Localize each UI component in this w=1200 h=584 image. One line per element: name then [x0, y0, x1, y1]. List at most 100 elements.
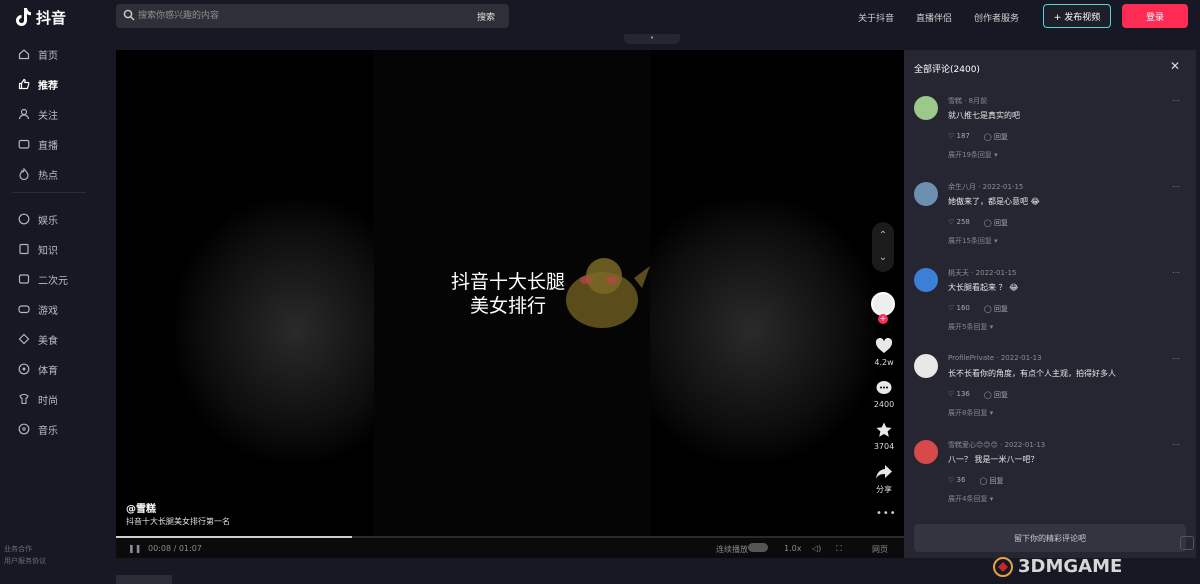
- comment-reply-button[interactable]: ◯ 回复: [984, 218, 1008, 228]
- comment-author[interactable]: 余生八月 · 2022-01-15: [948, 182, 1023, 192]
- comment-more-icon[interactable]: ⋯: [1172, 268, 1180, 277]
- upload-video-button[interactable]: + 发布视频: [1043, 4, 1111, 28]
- feedback-icon[interactable]: [1180, 536, 1194, 550]
- comment-input[interactable]: 留下你的精彩评论吧: [914, 524, 1186, 552]
- comment-like-button[interactable]: ♡ 187: [948, 132, 970, 142]
- sidebar-item-music[interactable]: 音乐: [18, 421, 58, 437]
- avatar[interactable]: [914, 182, 938, 206]
- comment-reply-button[interactable]: ◯ 回复: [979, 476, 1003, 486]
- comment-like-button[interactable]: ♡ 136: [948, 390, 970, 400]
- avatar[interactable]: [914, 440, 938, 464]
- comment-more-icon[interactable]: ⋯: [1172, 182, 1180, 191]
- expand-replies[interactable]: 展开19条回复 ▾: [948, 150, 998, 160]
- collapse-handle[interactable]: •: [624, 34, 680, 44]
- speed-button[interactable]: 1.0x: [784, 544, 801, 553]
- comment-reply-label: 回复: [994, 219, 1008, 227]
- avatar[interactable]: [914, 354, 938, 378]
- player-controls: ❚❚ 00:08 / 01:07 连续播放 1.0x ◁) ⛶ 网页: [116, 538, 904, 558]
- expand-replies[interactable]: 展开15条回复 ▾: [948, 236, 998, 246]
- sidebar-footer-business[interactable]: 业务合作: [4, 544, 32, 554]
- live-companion-link[interactable]: 直播伴侣: [916, 11, 952, 24]
- pause-icon[interactable]: ❚❚: [128, 544, 141, 553]
- next-video-thumb[interactable]: [116, 575, 172, 584]
- comment-more-icon[interactable]: ⋯: [1172, 96, 1180, 105]
- sidebar-item-live[interactable]: 直播: [18, 136, 58, 152]
- author-avatar[interactable]: [871, 292, 895, 316]
- more-dots-icon[interactable]: •••: [876, 508, 897, 519]
- sidebar-item-label: 二次元: [38, 272, 68, 287]
- share-action[interactable]: 分享: [864, 464, 904, 495]
- comment-like-button[interactable]: ♡ 36: [948, 476, 965, 486]
- comment-like-button[interactable]: ♡ 160: [948, 304, 970, 314]
- sidebar-item-knowledge[interactable]: 知识: [18, 241, 58, 257]
- follow-plus-icon[interactable]: +: [878, 314, 888, 324]
- douyin-logo[interactable]: 抖音: [14, 6, 66, 28]
- bottom-strip: [116, 572, 1116, 584]
- share-icon: [875, 464, 893, 480]
- comment-reply-button[interactable]: ◯ 回复: [984, 390, 1008, 400]
- sidebar-item-game[interactable]: 游戏: [18, 301, 58, 317]
- expand-replies-label: 展开15条回复: [948, 237, 992, 245]
- sidebar-item-follow[interactable]: 关注: [18, 106, 58, 122]
- expand-replies[interactable]: 展开4条回复 ▾: [948, 494, 993, 504]
- sidebar-item-fashion[interactable]: 时尚: [18, 391, 58, 407]
- comment-reply-button[interactable]: ◯ 回复: [984, 132, 1008, 142]
- comment-actions: ♡ 187 ◯ 回复: [948, 132, 1008, 142]
- search-input[interactable]: [138, 7, 468, 25]
- video-title-overlay: 抖音十大长腿 美女排行: [428, 270, 588, 318]
- search-button[interactable]: 搜索: [467, 7, 505, 25]
- comment-item: ProfilePrivate · 2022-01-13 长不长看你的角度，有点个…: [914, 354, 1184, 434]
- comment-author[interactable]: 雪糕 · 8月前: [948, 96, 987, 106]
- sidebar-item-anime[interactable]: 二次元: [18, 271, 68, 287]
- like-count: 4.2w: [874, 358, 893, 367]
- sidebar-footer-terms[interactable]: 用户服务协议: [4, 556, 46, 566]
- comment-more-icon[interactable]: ⋯: [1172, 354, 1180, 363]
- comment-item: 雪糕 · 8月前 就八推七是真实的吧 ♡ 187 ◯ 回复 展开19条回复 ▾ …: [914, 96, 1184, 176]
- like-action[interactable]: 4.2w: [864, 338, 904, 367]
- avatar[interactable]: [914, 268, 938, 292]
- expand-replies-label: 展开4条回复: [948, 495, 987, 503]
- about-link[interactable]: 关于抖音: [858, 11, 894, 24]
- expand-replies[interactable]: 展开8条回复 ▾: [948, 408, 993, 418]
- comments-title: 全部评论(2400): [914, 62, 980, 75]
- chevron-down-icon[interactable]: ⌄: [877, 252, 889, 264]
- ball-icon: [18, 363, 30, 375]
- watermark: 3DMGAME: [1018, 556, 1122, 577]
- fullscreen-icon[interactable]: ⛶: [836, 544, 842, 554]
- flame-icon: [18, 168, 30, 180]
- video-player[interactable]: 抖音十大长腿 美女排行 ⌃ ⌄ + 4.2w 2400 3704 分享 ••• …: [116, 50, 904, 558]
- autoplay-toggle[interactable]: [748, 543, 768, 552]
- chevron-up-icon[interactable]: ⌃: [877, 230, 889, 242]
- close-icon[interactable]: ✕: [1170, 60, 1182, 72]
- video-author[interactable]: @雪糕: [126, 500, 156, 515]
- web-fullscreen-button[interactable]: 网页: [872, 544, 888, 555]
- share-label: 分享: [876, 485, 892, 494]
- expand-replies[interactable]: 展开5条回复 ▾: [948, 322, 993, 332]
- sidebar-item-label: 关注: [38, 107, 58, 122]
- avatar[interactable]: [914, 96, 938, 120]
- creator-service-link[interactable]: 创作者服务: [974, 11, 1019, 24]
- comment-action[interactable]: 2400: [864, 380, 904, 409]
- comment-author[interactable]: 桃夭夭 · 2022-01-15: [948, 268, 1016, 278]
- comment-more-icon[interactable]: ⋯: [1172, 440, 1180, 449]
- volume-icon[interactable]: ◁): [812, 544, 821, 553]
- sidebar-item-sports[interactable]: 体育: [18, 361, 58, 377]
- sidebar-item-hot[interactable]: 热点: [18, 166, 58, 182]
- sidebar-item-home[interactable]: 首页: [18, 46, 58, 62]
- comment-like-count: 136: [957, 390, 970, 398]
- sidebar-item-recommend[interactable]: 推荐: [18, 76, 58, 92]
- comment-like-button[interactable]: ♡ 258: [948, 218, 970, 228]
- comment-item: 桃夭夭 · 2022-01-15 大长腿看起来 ？ 😂 ♡ 160 ◯ 回复 展…: [914, 268, 1184, 348]
- comment-reply-label: 回复: [994, 133, 1008, 141]
- comment-author[interactable]: ProfilePrivate · 2022-01-13: [948, 354, 1042, 362]
- favorite-action[interactable]: 3704: [864, 422, 904, 451]
- comment-reply-button[interactable]: ◯ 回复: [984, 304, 1008, 314]
- sidebar-item-food[interactable]: 美食: [18, 331, 58, 347]
- star-icon: [875, 422, 893, 438]
- login-button[interactable]: 登录: [1122, 4, 1188, 28]
- tiktok-note-icon: [14, 7, 32, 27]
- sidebar-item-entertainment[interactable]: 娱乐: [18, 211, 58, 227]
- comment-text: 她傲来了，都是心意吧 😂: [948, 196, 1040, 207]
- comment-like-count: 36: [957, 476, 966, 484]
- comment-author[interactable]: 雪糕爱心😊😊😊 · 2022-01-13: [948, 440, 1045, 450]
